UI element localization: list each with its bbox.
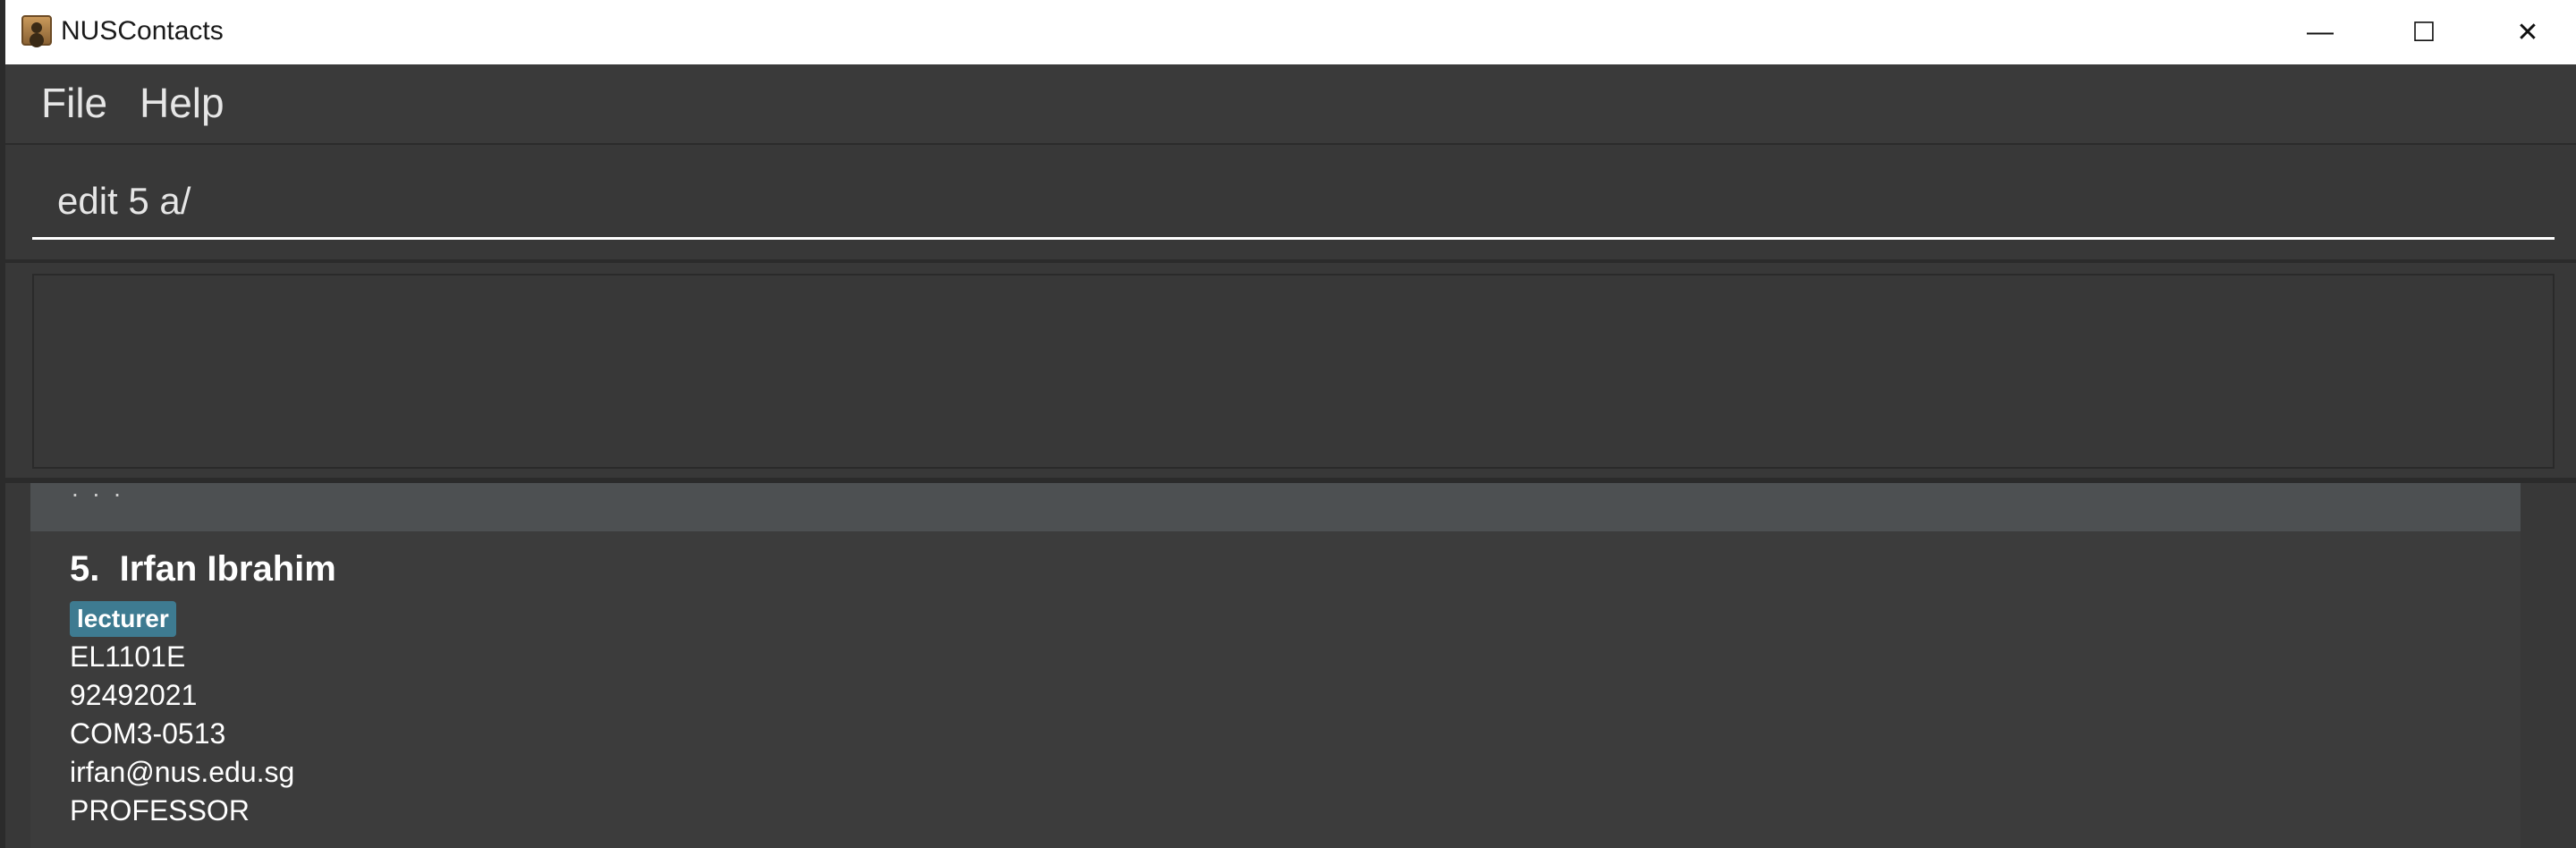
- menu-help[interactable]: Help: [140, 79, 225, 127]
- person-phone: 92492021: [70, 679, 198, 711]
- minimize-button[interactable]: —: [2268, 0, 2372, 64]
- app-contacts-icon: [21, 15, 52, 46]
- result-display: [32, 274, 2555, 469]
- menu-bar: File Help: [5, 64, 2576, 145]
- previous-card-fragment: . . .: [72, 483, 124, 502]
- maximize-button[interactable]: ☐: [2372, 0, 2476, 64]
- person-index: 5.: [70, 549, 100, 589]
- close-icon: ✕: [2516, 17, 2539, 47]
- menu-file[interactable]: File: [41, 79, 107, 127]
- person-list[interactable]: . . . 5. Irfan Ibrahim lecturer EL1101E …: [5, 483, 2576, 848]
- person-email: irfan@nus.edu.sg: [70, 756, 295, 788]
- window-title: NUSContacts: [61, 16, 224, 46]
- person-module: EL1101E: [70, 640, 186, 673]
- previous-person-card[interactable]: . . .: [30, 483, 2521, 531]
- minimize-icon: —: [2307, 17, 2334, 47]
- close-button[interactable]: ✕: [2476, 0, 2576, 64]
- maximize-icon: ☐: [2411, 17, 2436, 47]
- person-office: COM3-0513: [70, 717, 226, 750]
- tag-badge: lecturer: [70, 601, 176, 637]
- person-card[interactable]: 5. Irfan Ibrahim lecturer EL1101E 924920…: [30, 531, 2521, 848]
- window-titlebar[interactable]: NUSContacts — ☐ ✕: [5, 0, 2576, 64]
- person-name: Irfan Ibrahim: [119, 549, 336, 589]
- command-input[interactable]: [32, 165, 2555, 240]
- person-designation: PROFESSOR: [70, 794, 250, 827]
- person-card-title: 5. Irfan Ibrahim: [70, 549, 336, 589]
- result-display-panel: [5, 263, 2576, 481]
- command-box-panel: [5, 145, 2576, 263]
